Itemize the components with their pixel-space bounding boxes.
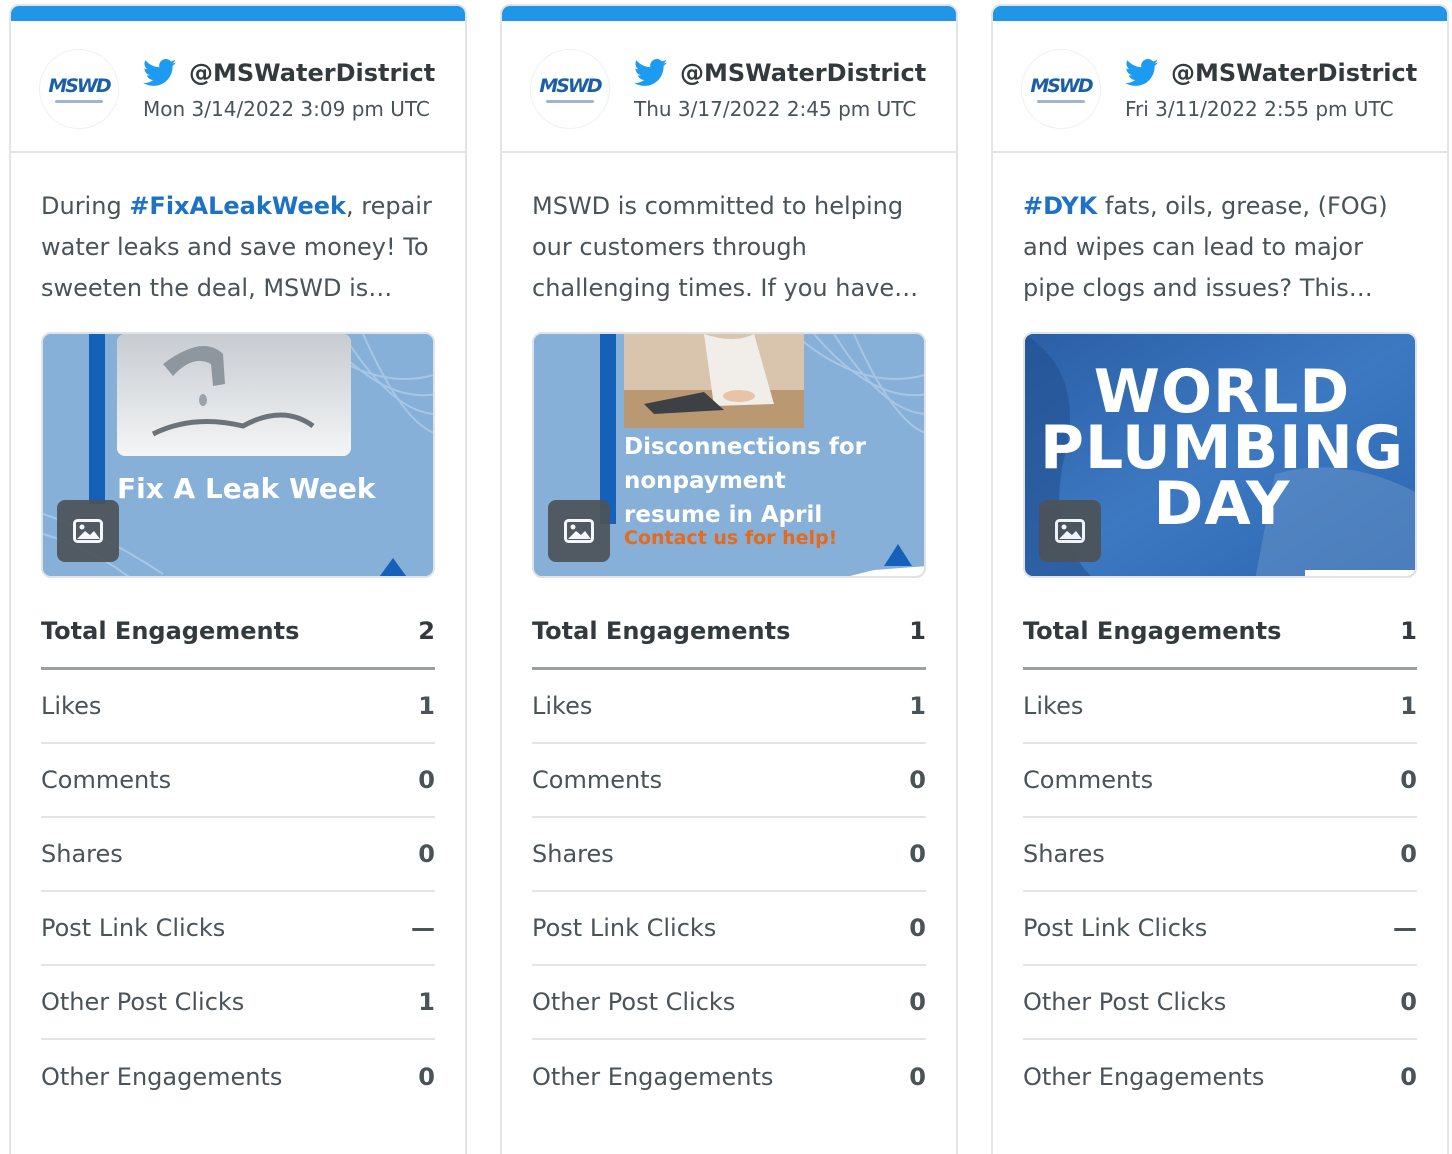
stat-likes: Likes 1 [532,670,926,744]
post-card-3[interactable]: MSWD @MSWaterDistrict Fri 3/11/2022 2:55… [991,4,1449,1154]
avatar[interactable]: MSWD [39,49,119,129]
post-card-1[interactable]: MSWD @MSWaterDistrict Mon 3/14/2022 3:09… [9,4,467,1154]
stat-shares: Shares 0 [41,818,435,892]
image-icon[interactable] [548,500,610,562]
media-caption-callout: Contact us for help! [624,527,838,549]
mswd-logo: MSWD [48,75,111,97]
stat-other-post-clicks: Other Post Clicks 0 [1023,966,1417,1040]
avatar[interactable]: MSWD [530,49,610,129]
post-date: Fri 3/11/2022 2:55 pm UTC [1125,97,1394,121]
post-date: Mon 3/14/2022 3:09 pm UTC [143,97,430,121]
stat-shares: Shares 0 [532,818,926,892]
stat-total-engagements: Total Engagements 1 [1023,594,1417,670]
image-icon[interactable] [57,500,119,562]
post-header: MSWD @MSWaterDistrict Fri 3/11/2022 2:55… [993,21,1447,153]
account-handle[interactable]: @MSWaterDistrict [680,59,928,87]
engagement-stats: Total Engagements 2 Likes 1 Comments 0 Shar… [41,594,435,1114]
stat-post-link-clicks: Post Link Clicks 0 [532,892,926,966]
account-handle[interactable]: @MSWaterDistrict [189,59,437,87]
stat-other-post-clicks: Other Post Clicks 0 [532,966,926,1040]
account-handle[interactable]: @MSWaterDistrict [1171,59,1419,87]
hashtag-link[interactable]: #FixALeakWeek [129,192,346,220]
stat-other-post-clicks: Other Post Clicks 1 [41,966,435,1040]
post-media[interactable]: Disconnections for nonpayment resume in … [532,332,926,578]
account-row: @MSWaterDistrict [1125,53,1425,93]
stat-total-engagements: Total Engagements 1 [532,594,926,670]
stat-shares: Shares 0 [1023,818,1417,892]
twitter-icon [1125,59,1159,86]
card-accent-bar [993,6,1447,21]
hashtag-link[interactable]: #DYK [1023,192,1097,220]
post-text: MSWD is committed to helping our custome… [532,192,919,302]
stat-comments: Comments 0 [1023,744,1417,818]
stat-other-engagements: Other Engagements 0 [41,1063,435,1091]
post-card-2[interactable]: MSWD @MSWaterDistrict Thu 3/17/2022 2:45… [500,4,958,1154]
account-row: @MSWaterDistrict [143,53,443,93]
twitter-icon [634,59,668,86]
mswd-logo: MSWD [539,75,602,97]
engagement-stats: Total Engagements 1 Likes 1 Comments 0 Shar… [532,594,926,1114]
stat-other-engagements: Other Engagements 0 [532,1063,926,1091]
post-text: During #FixALeakWeek, repair water leaks… [41,192,432,302]
post-text: #DYK fats, oils, grease, (FOG) and wipes… [1023,192,1388,302]
mswd-logo: MSWD [1030,75,1093,97]
stat-comments: Comments 0 [532,744,926,818]
stat-likes: Likes 1 [1023,670,1417,744]
stat-post-link-clicks: Post Link Clicks — [41,892,435,966]
avatar[interactable]: MSWD [1021,49,1101,129]
stat-likes: Likes 1 [41,670,435,744]
card-accent-bar [502,6,956,21]
stat-comments: Comments 0 [41,744,435,818]
card-accent-bar [11,6,465,21]
post-header: MSWD @MSWaterDistrict Thu 3/17/2022 2:45… [502,21,956,153]
media-caption: Disconnections for nonpayment resume in … [624,434,866,528]
post-media[interactable]: WORLD PLUMBING DAY [1023,332,1417,578]
image-icon[interactable] [1039,500,1101,562]
post-date: Thu 3/17/2022 2:45 pm UTC [634,97,917,121]
engagement-stats: Total Engagements 1 Likes 1 Comments 0 Shar… [1023,594,1417,1114]
media-caption: Fix A Leak Week [117,472,376,505]
post-header: MSWD @MSWaterDistrict Mon 3/14/2022 3:09… [11,21,465,153]
stat-post-link-clicks: Post Link Clicks — [1023,892,1417,966]
stat-total-engagements: Total Engagements 2 [41,594,435,670]
post-media[interactable]: Fix A Leak Week [41,332,435,578]
twitter-icon [143,59,177,86]
account-row: @MSWaterDistrict [634,53,934,93]
stat-other-engagements: Other Engagements 0 [1023,1063,1417,1091]
